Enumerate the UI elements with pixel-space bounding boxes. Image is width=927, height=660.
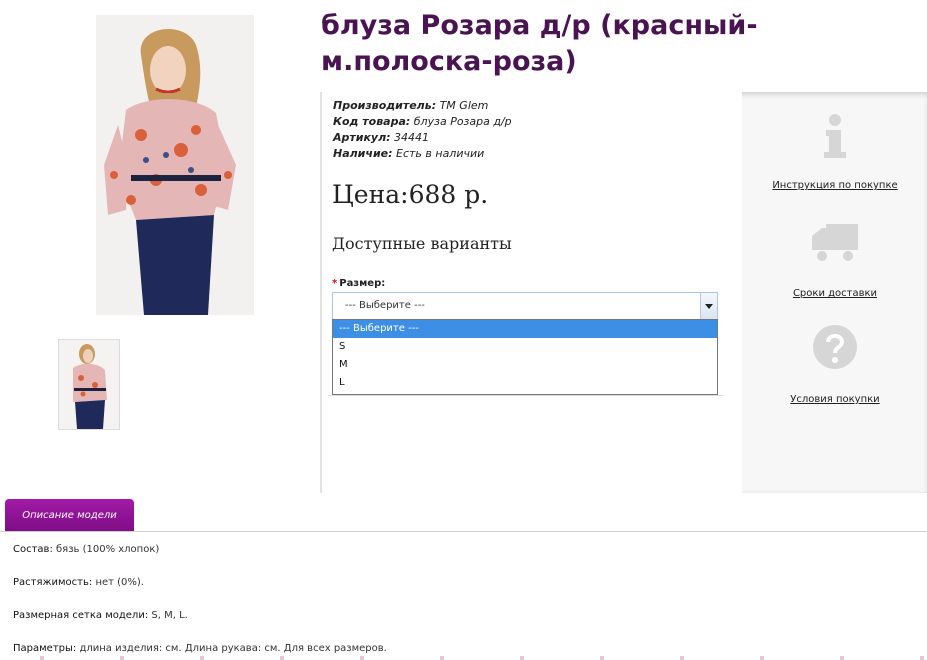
variants-heading: Доступные варианты (332, 234, 512, 253)
truck-icon (760, 218, 910, 288)
help-purchase-instructions-label[interactable]: Инструкция по покупке (760, 180, 910, 191)
spec-product-code: Код товара: блуза Розара д/р (333, 115, 512, 128)
required-mark: * (332, 278, 338, 289)
help-delivery-times-label[interactable]: Сроки доставки (760, 288, 910, 299)
size-option-placeholder[interactable]: --- Выберите --- (333, 320, 717, 338)
question-icon (760, 322, 910, 394)
divider (328, 395, 723, 396)
size-label: * Размер: (332, 278, 386, 289)
product-thumbnail[interactable] (58, 339, 120, 430)
help-purchase-instructions[interactable]: Инструкция по покупке (760, 108, 910, 191)
size-select[interactable]: --- Выберите --- (332, 292, 718, 320)
tab-divider (0, 531, 927, 532)
description-stretch: Растяжимость: нет (0%). (13, 577, 144, 588)
description-composition: Состав: бязь (100% хлопок) (13, 544, 160, 555)
description-size-grid: Размерная сетка модели: S, M, L. (13, 610, 188, 621)
product-main-image[interactable] (96, 15, 254, 315)
help-purchase-terms[interactable]: Условия покупки (760, 322, 910, 405)
size-option-l[interactable]: L (333, 374, 717, 392)
product-price: Цена:688 р. (332, 180, 489, 209)
spec-manufacturer: Производитель: TM Glem (333, 99, 489, 112)
bottom-decoration (0, 656, 927, 660)
tab-description[interactable]: Описание модели (5, 499, 134, 532)
size-select-value: --- Выберите --- (345, 300, 425, 311)
info-icon (760, 108, 910, 180)
spec-availability: Наличие: Есть в наличии (333, 147, 485, 160)
spec-article: Артикул: 34441 (333, 131, 430, 144)
chevron-down-icon[interactable] (700, 293, 717, 319)
size-option-s[interactable]: S (333, 338, 717, 356)
help-delivery-times[interactable]: Сроки доставки (760, 218, 910, 299)
size-option-m[interactable]: M (333, 356, 717, 374)
description-parameters: Параметры: длина изделия: см. Длина рука… (13, 643, 387, 654)
help-purchase-terms-label[interactable]: Условия покупки (760, 394, 910, 405)
product-title: блуза Розара д/р (красный-м.полоска-роза… (321, 10, 758, 77)
size-dropdown-list: --- Выберите --- S M L (332, 319, 718, 395)
